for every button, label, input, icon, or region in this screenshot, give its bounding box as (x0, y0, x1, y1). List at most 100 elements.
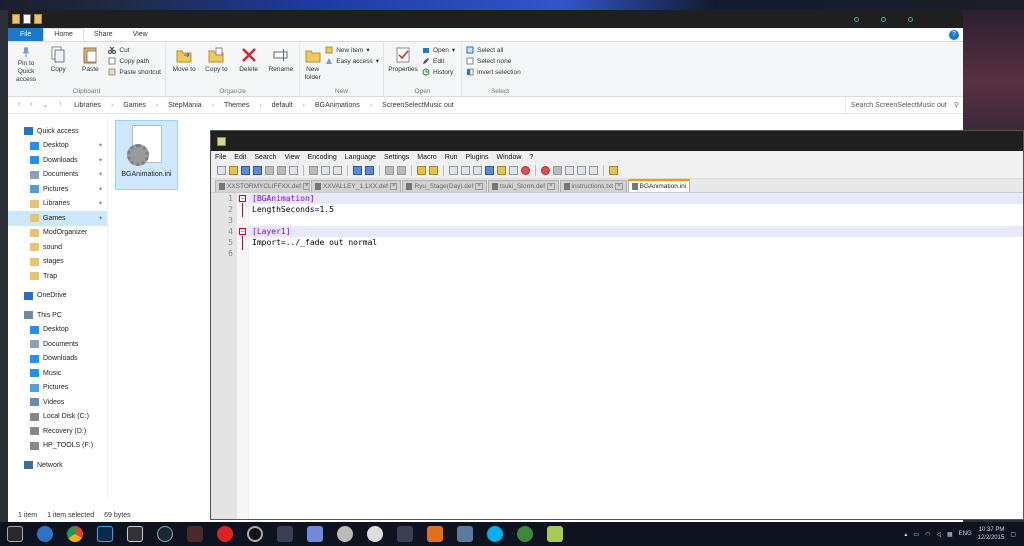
copy-icon[interactable] (321, 166, 330, 175)
new-folder-button[interactable]: New folder (304, 44, 321, 84)
npp-menu-macro[interactable]: Macro (417, 154, 436, 161)
breadcrumb-chevron-icon[interactable]: › (370, 102, 372, 109)
pin-icon[interactable]: ✦ (98, 157, 103, 164)
nav-pc-pictures[interactable]: Pictures (8, 381, 107, 396)
language-indicator[interactable]: ENG (959, 531, 972, 537)
nav-item-stages[interactable]: stages (8, 255, 107, 270)
sync-horizontal-icon[interactable] (461, 166, 470, 175)
easy-access-button[interactable]: Easy access ▾ (325, 57, 379, 65)
nav-pc-videos[interactable]: Videos (8, 395, 107, 410)
redo-icon[interactable] (365, 166, 374, 175)
nav-network[interactable]: Network (8, 458, 107, 473)
keyboard-icon[interactable]: ▦ (947, 531, 953, 538)
notifications-icon[interactable]: ▢ (1010, 531, 1016, 538)
nav-item-documents[interactable]: Documents ✦ (8, 168, 107, 183)
doc-map-icon[interactable] (521, 166, 530, 175)
npp-menu-language[interactable]: Language (345, 154, 376, 161)
rename-button[interactable]: Rename (267, 44, 295, 84)
save-macro-icon[interactable] (589, 166, 598, 175)
clock[interactable]: 10:37 PM 12/2/2015 (978, 526, 1005, 542)
close-tab-icon[interactable]: × (615, 183, 623, 190)
nav-item-downloads[interactable]: Downloads ✦ (8, 153, 107, 168)
file-item-bganimation[interactable]: BGAnimation.ini (115, 120, 178, 190)
npp-tab[interactable]: XXSTORMYCLIFFXX.def × (215, 180, 310, 192)
cut-icon[interactable] (309, 166, 318, 175)
paste-button[interactable]: Paste (76, 44, 104, 84)
taskbar-app-discord[interactable] (300, 522, 330, 546)
taskbar-app-obs[interactable] (240, 522, 270, 546)
forward-arrow-icon[interactable]: › (30, 101, 32, 109)
taskbar-app-skype[interactable] (480, 522, 510, 546)
taskbar-app-2[interactable] (0, 522, 30, 546)
wifi-icon[interactable]: ◠ (925, 531, 930, 538)
back-arrow-icon[interactable]: ‹ (18, 101, 20, 109)
breadcrumb-item[interactable]: Themes (224, 102, 249, 109)
nav-pc-desktop[interactable]: Desktop (8, 323, 107, 338)
close-tab-icon[interactable]: × (547, 183, 555, 190)
print-icon[interactable] (289, 166, 298, 175)
close-button[interactable] (908, 16, 913, 22)
pin-icon[interactable]: ✦ (98, 171, 103, 178)
indent-guide-icon[interactable] (497, 166, 506, 175)
maximize-button[interactable] (881, 16, 886, 22)
npp-menu-settings[interactable]: Settings (384, 154, 409, 161)
nav-pc-documents[interactable]: Documents (8, 337, 107, 352)
breadcrumb-chevron-icon[interactable]: › (303, 102, 305, 109)
tray-chevron-icon[interactable]: ▴ (904, 531, 907, 538)
run-multiple-macro-icon[interactable] (577, 166, 586, 175)
minimize-button[interactable] (854, 16, 859, 22)
taskbar-app-reel[interactable] (360, 522, 390, 546)
close-file-icon[interactable] (265, 166, 274, 175)
taskbar-app-photoshop[interactable] (90, 522, 120, 546)
code-line[interactable]: Import=../_fade out normal (249, 237, 1023, 248)
taskbar-app-mu[interactable] (270, 522, 300, 546)
taskbar-app-notepadpp[interactable] (540, 522, 570, 546)
taskbar-app-globe[interactable] (510, 522, 540, 546)
undo-icon[interactable] (353, 166, 362, 175)
taskbar-app-m[interactable] (30, 522, 60, 546)
nav-item-modorganizer[interactable]: ModOrganizer (8, 226, 107, 241)
new-item-button[interactable]: New item ▾ (325, 46, 379, 54)
nav-pc-downloads[interactable]: Downloads (8, 352, 107, 367)
npp-menu-run[interactable]: Run (445, 154, 458, 161)
npp-menu-view[interactable]: View (285, 154, 300, 161)
delete-button[interactable]: Delete (235, 44, 263, 84)
fold-toggle-icon[interactable]: − (239, 228, 246, 235)
search-input[interactable]: Search ScreenSelectMusic out ⚲ (845, 96, 963, 114)
code-editor[interactable]: 1 2 3 4 5 6 − − [BGAnimation] LengthSeconds=1.… (211, 193, 1023, 519)
zoom-in-icon[interactable] (417, 166, 426, 175)
npp-tab[interactable]: tsuki_Storm.def × (487, 180, 559, 192)
taskbar-app-chrome[interactable] (60, 522, 90, 546)
taskbar-app-record[interactable] (210, 522, 240, 546)
npp-menu-file[interactable]: File (215, 154, 226, 161)
new-folder-icon[interactable] (34, 14, 42, 24)
recent-chevron-icon[interactable]: ⌄ (43, 101, 49, 109)
nav-pc-local-disk-c[interactable]: Local Disk (C:) (8, 410, 107, 425)
close-all-icon[interactable] (277, 166, 286, 175)
taskbar-app-media[interactable] (120, 522, 150, 546)
save-all-icon[interactable] (253, 166, 262, 175)
battery-icon[interactable]: ▭ (913, 531, 919, 538)
sync-vertical-icon[interactable] (449, 166, 458, 175)
npp-menu-help[interactable]: ? (529, 154, 533, 161)
nav-pc-recovery-d[interactable]: Recovery (D:) (8, 424, 107, 439)
breadcrumb-item[interactable]: Games (123, 102, 146, 109)
breadcrumb-item[interactable]: StepMania (168, 102, 201, 109)
npp-menu-plugins[interactable]: Plugins (466, 154, 489, 161)
npp-tab[interactable]: XXVALLEY_1.1XX.def × (311, 180, 402, 192)
pin-icon[interactable]: ✦ (98, 142, 103, 149)
nav-this-pc[interactable]: This PC (8, 308, 107, 323)
zoom-out-icon[interactable] (429, 166, 438, 175)
code-line[interactable] (249, 248, 1023, 259)
nav-item-sound[interactable]: sound (8, 240, 107, 255)
breadcrumb-chevron-icon[interactable]: › (212, 102, 214, 109)
nav-pc-hp-tools-f[interactable]: HP_TOOLS (F:) (8, 439, 107, 454)
close-tab-icon[interactable]: × (302, 183, 309, 190)
taskbar-app-arrow[interactable] (420, 522, 450, 546)
pin-icon[interactable]: ✦ (98, 186, 103, 193)
nav-item-games[interactable]: Games ✦ (8, 211, 107, 226)
nav-quick-access[interactable]: Quick access (8, 124, 107, 139)
plugin-icon[interactable] (609, 166, 618, 175)
code-line[interactable]: [Layer1] (249, 226, 1023, 237)
taskbar-app-camera[interactable] (330, 522, 360, 546)
